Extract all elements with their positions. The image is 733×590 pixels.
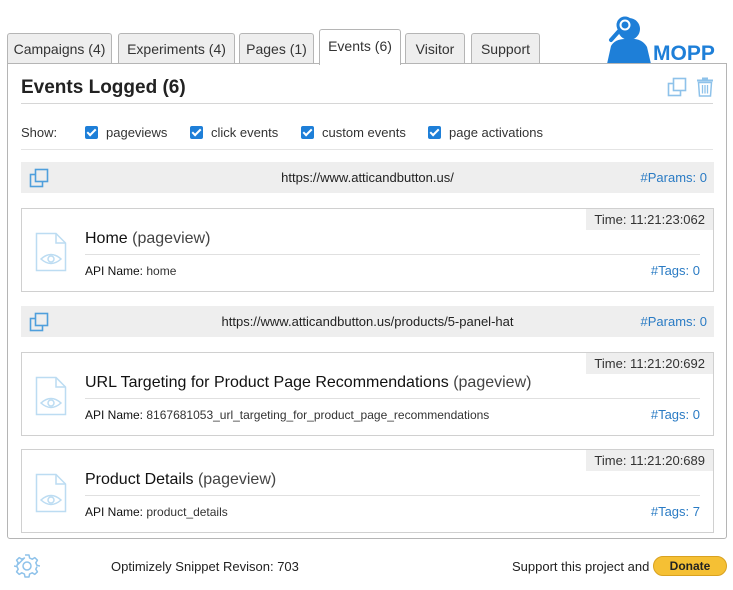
click-events-checkbox[interactable] [190, 125, 203, 139]
tab-support[interactable]: Support [471, 33, 540, 64]
api-name-value: 8167681053_url_targeting_for_product_pag… [146, 408, 490, 422]
event-name: Home [85, 230, 128, 247]
revision-label: Optimizely Snippet Revison: [111, 559, 274, 574]
filters-divider [21, 149, 713, 150]
event-card: Time: 11:21:20:692 URL Targeting for Pro… [21, 352, 714, 436]
api-name-value: product_details [146, 505, 228, 519]
event-title: Product Details (pageview) [85, 471, 276, 489]
event-filters: Show: pageviews click events custom even… [21, 122, 713, 144]
event-kind: (pageview) [453, 374, 532, 391]
tab-events[interactable]: Events (6) [319, 29, 401, 65]
params-link[interactable]: #Params: 0 [641, 314, 707, 329]
copy-icon[interactable] [667, 77, 687, 102]
event-title: Home (pageview) [85, 230, 210, 248]
page-url: https://www.atticandbutton.us/products/5… [221, 314, 514, 329]
donate-button[interactable]: Donate [653, 556, 727, 576]
filter-label: page activations [449, 124, 543, 140]
event-kind: (pageview) [197, 471, 277, 488]
tags-link[interactable]: #Tags: 0 [651, 263, 700, 278]
document-eye-icon [35, 232, 67, 277]
snippet-revision: Optimizely Snippet Revison: 703 [111, 559, 299, 574]
custom-events-checkbox[interactable] [301, 125, 314, 139]
filter-custom-events[interactable]: custom events [301, 122, 406, 142]
filter-label: custom events [322, 124, 406, 140]
document-eye-icon [35, 473, 67, 518]
api-name-row: API Name: 8167681053_url_targeting_for_p… [85, 408, 489, 422]
api-name-value: home [146, 264, 177, 278]
tab-campaigns[interactable]: Campaigns (4) [7, 33, 112, 64]
api-name-row: API Name: home [85, 264, 176, 278]
tags-link[interactable]: #Tags: 7 [651, 504, 700, 519]
url-group-header: https://www.atticandbutton.us/ #Params: … [21, 162, 714, 193]
show-label: Show: [21, 125, 58, 140]
api-label: API Name: [85, 505, 144, 519]
event-card: Time: 11:21:20:689 Product Details (page… [21, 449, 714, 533]
page-title: Events Logged (6) [21, 77, 186, 98]
tab-pages[interactable]: Pages (1) [239, 33, 314, 64]
url-group-header: https://www.atticandbutton.us/products/5… [21, 306, 714, 337]
api-name-row: API Name: product_details [85, 505, 228, 519]
event-time: Time: 11:21:20:692 [586, 353, 713, 374]
page-url: https://www.atticandbutton.us/ [281, 170, 454, 185]
tags-link[interactable]: #Tags: 0 [651, 407, 700, 422]
revision-value: 703 [277, 559, 299, 574]
page-activations-checkbox[interactable] [428, 125, 441, 139]
document-eye-icon [35, 376, 67, 421]
svg-text:MOPPI: MOPPI [653, 42, 715, 64]
tab-experiments[interactable]: Experiments (4) [118, 33, 235, 64]
event-divider [85, 398, 700, 399]
moppi-logo: MOPPI [603, 12, 721, 65]
event-title: URL Targeting for Product Page Recommend… [85, 374, 531, 392]
event-time: Time: 11:21:23:062 [586, 209, 713, 230]
api-label: API Name: [85, 264, 144, 278]
event-kind: (pageview) [132, 230, 211, 247]
event-card: Time: 11:21:23:062 Home (pageview) API N… [21, 208, 714, 292]
filter-click-events[interactable]: click events [190, 122, 278, 142]
support-text: Support this project and [512, 559, 650, 574]
filter-label: click events [211, 124, 279, 140]
event-name: URL Targeting for Product Page Recommend… [85, 374, 449, 391]
pageviews-checkbox[interactable] [85, 125, 98, 139]
trash-icon[interactable] [696, 77, 714, 102]
title-divider [21, 103, 713, 104]
filter-pageviews[interactable]: pageviews [85, 122, 167, 142]
params-link[interactable]: #Params: 0 [641, 170, 707, 185]
api-label: API Name: [85, 408, 144, 422]
event-time: Time: 11:21:20:689 [586, 450, 713, 471]
event-divider [85, 254, 700, 255]
gear-icon[interactable] [13, 553, 41, 584]
events-panel: Events Logged (6) Show: pageviews click … [7, 63, 727, 539]
filter-page-activations[interactable]: page activations [428, 122, 543, 142]
tab-visitor[interactable]: Visitor [405, 33, 465, 64]
event-name: Product Details [85, 471, 194, 488]
filter-label: pageviews [106, 124, 168, 140]
event-divider [85, 495, 700, 496]
